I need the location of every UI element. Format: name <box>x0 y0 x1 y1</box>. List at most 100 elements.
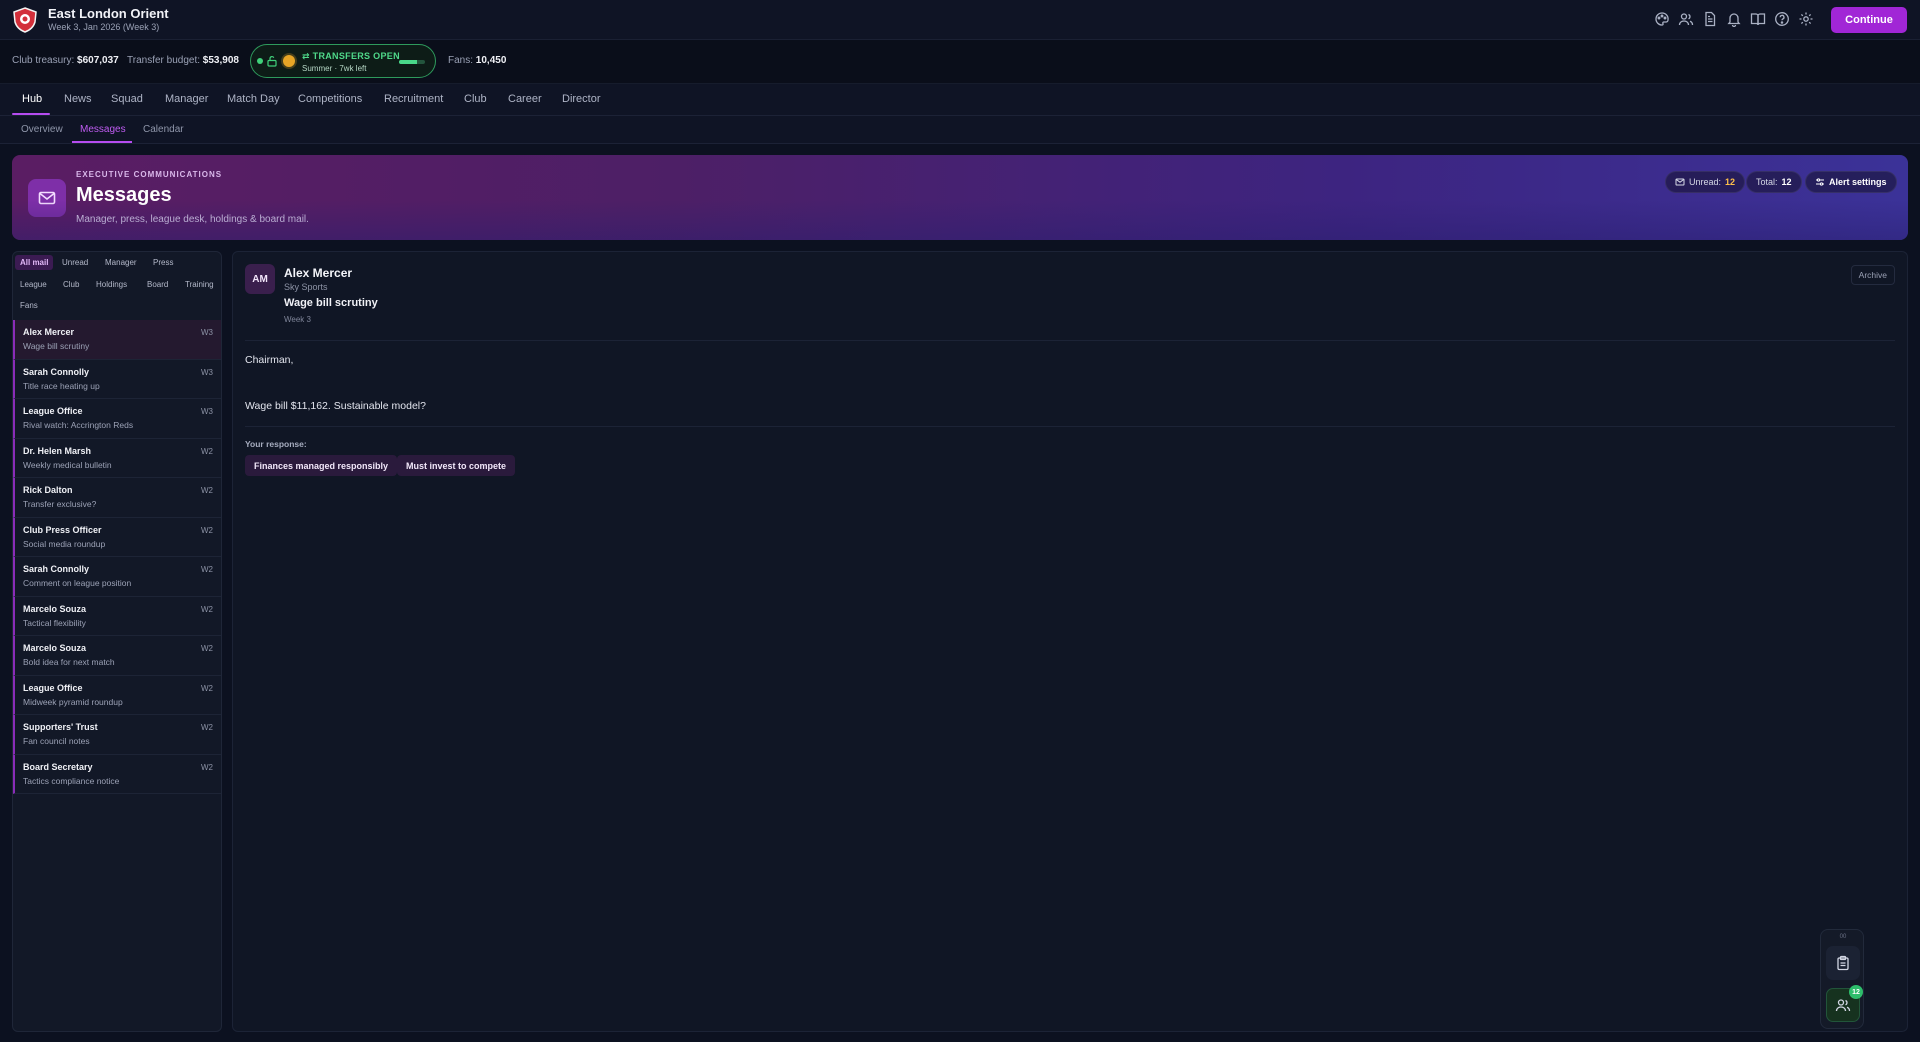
active-tab-indicator <box>12 113 50 115</box>
filter-board[interactable]: Board <box>142 277 173 292</box>
filter-all-mail[interactable]: All mail <box>15 255 54 270</box>
banner-subtitle: Manager, press, league desk, holdings & … <box>76 214 309 225</box>
bell-icon[interactable] <box>1726 11 1742 27</box>
notification-badge: 12 <box>1849 985 1863 999</box>
response-option-button[interactable]: Must invest to compete <box>397 455 516 476</box>
filter-league[interactable]: League <box>15 277 52 292</box>
palette-icon[interactable] <box>1654 11 1670 27</box>
tab-competitions[interactable]: Competitions <box>298 93 362 105</box>
fans-count: Fans: 10,450 <box>448 55 506 66</box>
people-icon <box>1835 997 1851 1013</box>
message-subject: Fan council notes <box>23 736 90 746</box>
fans-label: Fans: <box>448 55 474 66</box>
quick-action-dock: 00 12 <box>1820 929 1864 1029</box>
unread-count-badge: Unread: 12 <box>1665 171 1746 193</box>
tab-director[interactable]: Director <box>562 93 601 105</box>
filter-manager[interactable]: Manager <box>100 255 142 270</box>
tab-club[interactable]: Club <box>464 93 487 105</box>
message-subject: Bold idea for next match <box>23 657 115 667</box>
gear-icon[interactable] <box>1798 11 1814 27</box>
message-week: W2 <box>201 604 213 614</box>
dock-label: 00 <box>1839 934 1847 940</box>
message-item[interactable]: Dr. Helen Marsh Weekly medical bulletin … <box>13 438 221 478</box>
message-item[interactable]: League Office Rival watch: Accrington Re… <box>13 399 221 439</box>
message-subject: Weekly medical bulletin <box>23 459 112 470</box>
subtab-overview[interactable]: Overview <box>21 124 63 135</box>
inbox-panel: All mail Unread Manager Press League Clu… <box>12 251 222 1032</box>
message-item[interactable]: Marcelo Souza Bold idea for next match W… <box>13 636 221 676</box>
filter-press[interactable]: Press <box>148 255 178 270</box>
message-subject: Midweek pyramid roundup <box>23 696 123 707</box>
message-body: Wage bill $11,162. Sustainable model? <box>245 400 426 412</box>
message-week: W2 <box>201 525 213 535</box>
book-icon[interactable] <box>1750 11 1766 27</box>
subtab-calendar[interactable]: Calendar <box>143 124 184 135</box>
tab-career[interactable]: Career <box>508 93 542 105</box>
total-count-badge: Total: 12 <box>1746 171 1802 193</box>
tab-hub[interactable]: Hub <box>22 93 42 105</box>
reader-organization: Sky Sports <box>284 282 328 292</box>
response-option-button[interactable]: Finances managed responsibly <box>245 455 398 476</box>
total-label: Total: <box>1756 177 1778 187</box>
message-subject: Rival watch: Accrington Reds <box>23 420 134 430</box>
filter-club[interactable]: Club <box>58 277 84 292</box>
tab-manager[interactable]: Manager <box>165 93 208 105</box>
message-week: W2 <box>201 762 213 772</box>
unread-value: 12 <box>1725 177 1736 187</box>
message-week: W3 <box>201 367 213 377</box>
club-crest-icon[interactable] <box>12 7 38 33</box>
reader-subject: Wage bill scrutiny <box>284 297 378 309</box>
reader-sender: Alex Mercer <box>284 266 353 280</box>
message-sender: Sarah Connolly <box>23 564 90 574</box>
main-navigation: Hub News Squad Manager Match Day Competi… <box>0 84 1920 116</box>
reader-week: Week 3 <box>284 315 311 324</box>
subtab-messages[interactable]: Messages <box>80 124 126 135</box>
transfer-window-status[interactable]: ⇄ TRANSFERS OPEN Summer · 7wk left <box>250 44 436 78</box>
continue-button[interactable]: Continue <box>1831 7 1907 33</box>
divider <box>245 426 1895 427</box>
filter-unread[interactable]: Unread <box>57 255 93 270</box>
message-item[interactable]: Supporters' Trust Fan council notes W2 <box>13 715 221 755</box>
squad-button[interactable]: 12 <box>1826 985 1863 1022</box>
club-name: East London Orient <box>48 6 169 21</box>
message-subject: Tactics compliance notice <box>23 775 120 786</box>
tab-recruitment[interactable]: Recruitment <box>384 93 443 105</box>
transfer-window-title: ⇄ TRANSFERS OPEN <box>302 51 400 62</box>
message-item[interactable]: Rick Dalton Transfer exclusive? W2 <box>13 478 221 518</box>
tab-news[interactable]: News <box>64 93 92 105</box>
help-icon[interactable] <box>1774 11 1790 27</box>
fans-value: 10,450 <box>475 55 507 66</box>
message-item[interactable]: Alex Mercer Wage bill scrutiny W3 <box>13 320 221 360</box>
filter-fans[interactable]: Fans <box>15 298 43 313</box>
transfer-budget: Transfer budget: $53,908 <box>127 55 239 66</box>
archive-button[interactable]: Archive <box>1850 265 1895 285</box>
alert-settings-button[interactable]: Alert settings <box>1805 171 1897 193</box>
message-item[interactable]: Board Secretary Tactics compliance notic… <box>13 754 221 794</box>
message-item[interactable]: Club Press Officer Social media roundup … <box>13 517 221 557</box>
message-item[interactable]: League Office Midweek pyramid roundup W2 <box>13 675 221 715</box>
message-item[interactable]: Sarah Connolly Title race heating up W3 <box>13 359 221 399</box>
filter-training[interactable]: Training <box>180 277 219 292</box>
message-week: W2 <box>201 683 213 693</box>
treasury-label: Club treasury: <box>12 55 75 66</box>
mail-icon <box>28 179 66 217</box>
message-item[interactable]: Sarah Connolly Comment on league positio… <box>13 557 221 597</box>
message-item[interactable]: Marcelo Souza Tactical flexibility W2 <box>13 596 221 636</box>
envelope-icon <box>1675 177 1685 187</box>
message-sender: Rick Dalton <box>23 485 73 495</box>
message-sender: Dr. Helen Marsh <box>23 445 92 456</box>
tab-match-day[interactable]: Match Day <box>227 93 280 105</box>
people-icon[interactable] <box>1678 11 1694 27</box>
message-sender: League Office <box>23 406 83 416</box>
message-week: W3 <box>201 407 213 416</box>
tab-squad[interactable]: Squad <box>111 93 143 105</box>
alert-settings-label: Alert settings <box>1829 177 1887 187</box>
filter-holdings[interactable]: Holdings <box>91 277 132 292</box>
message-sender: Marcelo Souza <box>23 603 87 614</box>
clipboard-button[interactable] <box>1826 946 1860 980</box>
sun-icon <box>283 55 295 67</box>
club-treasury: Club treasury: $607,037 <box>12 55 119 66</box>
document-icon[interactable] <box>1702 11 1718 27</box>
budget-label: Transfer budget: <box>127 55 201 66</box>
message-week: W2 <box>201 644 213 653</box>
